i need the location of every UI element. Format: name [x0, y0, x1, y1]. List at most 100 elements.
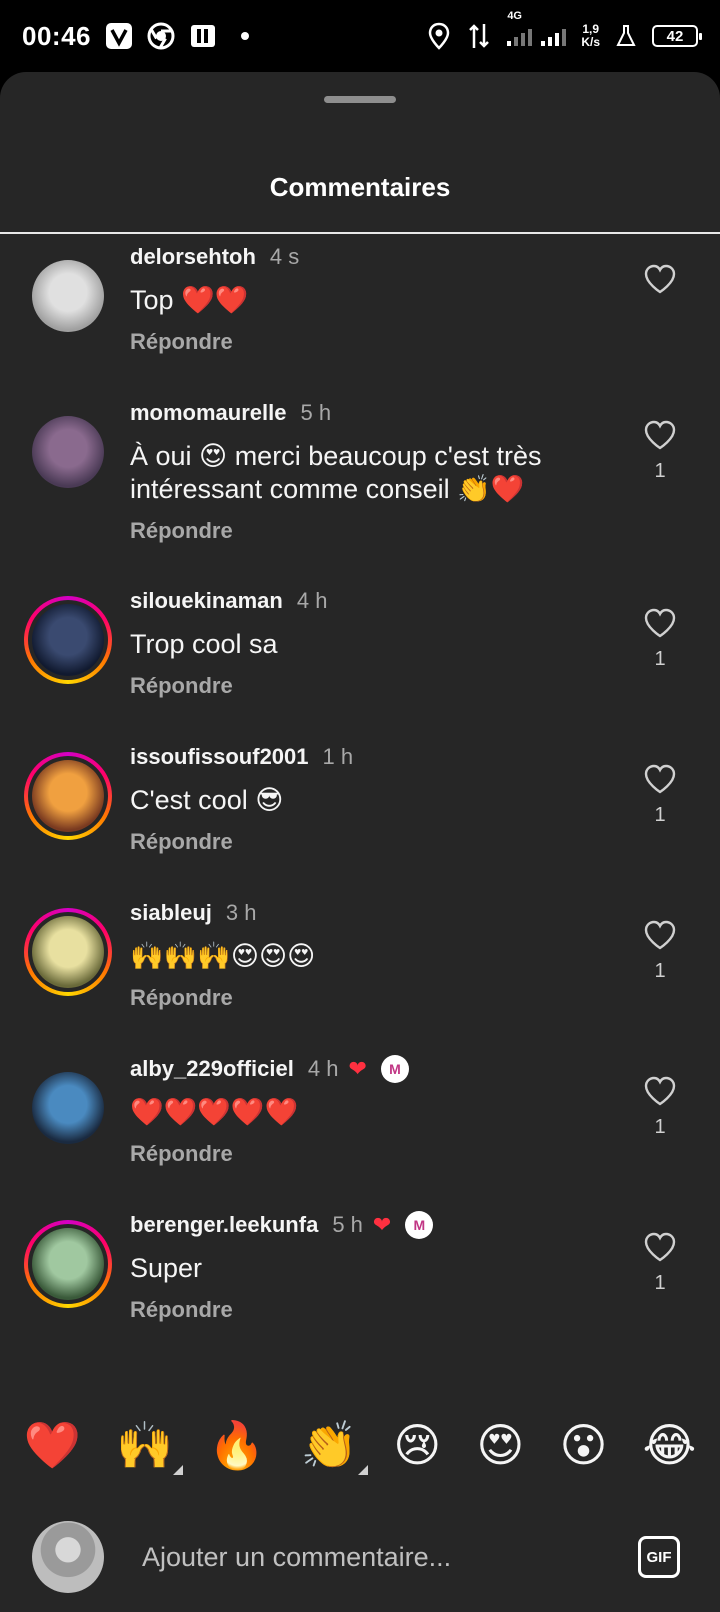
heart-outline-icon[interactable]: [640, 264, 680, 294]
like-count: 1: [654, 1116, 666, 1138]
comment-text: C'est cool 😎: [130, 785, 284, 815]
reaction-emoji-button[interactable]: 🔥: [208, 1418, 265, 1473]
comment-username[interactable]: momomaurelle: [130, 400, 287, 426]
reply-button[interactable]: Répondre: [130, 329, 610, 355]
sheet-grabber[interactable]: [324, 96, 396, 103]
heart-outline-icon[interactable]: [640, 764, 680, 794]
commenter-avatar[interactable]: [24, 752, 112, 840]
comment-text: Super: [130, 1253, 203, 1283]
net-speed: 1,9 K/s: [581, 22, 600, 49]
like-button[interactable]: 1: [640, 420, 680, 483]
reaction-emoji-button[interactable]: 👏: [301, 1418, 369, 1475]
commenter-avatar[interactable]: [24, 1220, 112, 1308]
like-button[interactable]: 1: [640, 764, 680, 827]
like-button[interactable]: 1: [640, 1232, 680, 1295]
comment-body: siableuj 3 h 🙌🙌🙌😍😍😍 Répondre: [130, 898, 610, 1011]
comment-time: 4 s: [269, 244, 300, 269]
comments-sheet: Commentaires delorsehtoh 4 s Top ❤️❤️ Ré…: [0, 72, 720, 1612]
pay-app-icon: [189, 22, 217, 50]
comment-text: ❤️❤️❤️❤️❤️: [130, 1097, 299, 1127]
comment-username[interactable]: issoufissouf2001: [130, 744, 309, 770]
heart-outline-icon[interactable]: [640, 608, 680, 638]
comment-time: 1 h: [322, 744, 354, 769]
reply-button[interactable]: Répondre: [130, 1297, 610, 1323]
status-bar: 00:46 4G 1,9 K/s 42: [0, 0, 720, 72]
quick-reaction-bar: ❤️ 🙌 🔥 👏 😢 😍 😮 😂: [0, 1400, 720, 1490]
reaction-emoji-button[interactable]: 😮: [559, 1418, 607, 1472]
reply-button[interactable]: Répondre: [130, 673, 610, 699]
comment-time: 5 h: [332, 1212, 363, 1237]
data-transfer-icon: [465, 22, 493, 50]
comment-body: silouekinaman 4 h Trop cool sa Répondre: [130, 586, 610, 699]
comment-body: issoufissouf2001 1 h C'est cool 😎 Répond…: [130, 742, 610, 855]
comment-header: alby_229officiel 4 h ❤ M: [130, 1054, 610, 1084]
comment-header: siableuj 3 h: [130, 898, 610, 928]
like-count: 1: [654, 804, 666, 826]
commenter-avatar[interactable]: [24, 252, 112, 340]
comment-text: 🙌🙌🙌😍😍😍: [130, 941, 316, 971]
reaction-emoji-button[interactable]: 🙌: [116, 1418, 184, 1475]
location-icon: [425, 22, 453, 50]
dot-icon: [231, 22, 259, 50]
comment-username[interactable]: alby_229officiel: [130, 1056, 294, 1082]
comment-header: silouekinaman 4 h: [130, 586, 610, 616]
signal-4g-icon: 4G: [505, 10, 569, 50]
comment-body: berenger.leekunfa 5 h ❤ M Super Répondre: [130, 1210, 610, 1323]
comment-header: berenger.leekunfa 5 h ❤ M: [130, 1210, 610, 1240]
like-button[interactable]: 1: [640, 608, 680, 671]
like-button[interactable]: 1: [640, 1076, 680, 1139]
reaction-emoji-button[interactable]: 😂: [643, 1418, 697, 1472]
battery-indicator: 42: [652, 25, 702, 47]
comment-time: 4 h: [307, 1056, 339, 1081]
comment-input[interactable]: [142, 1541, 638, 1573]
comment-composer: GIF: [0, 1502, 720, 1612]
comment-time: 5 h: [300, 400, 332, 425]
chrome-icon: [147, 22, 175, 50]
heart-outline-icon[interactable]: [640, 920, 680, 950]
vpn-v-icon: [105, 22, 133, 50]
gif-button[interactable]: GIF: [638, 1536, 680, 1578]
reply-button[interactable]: Répondre: [130, 829, 610, 855]
commenter-avatar[interactable]: [24, 408, 112, 496]
reply-button[interactable]: Répondre: [130, 518, 610, 544]
comment-header: momomaurelle 5 h: [130, 398, 610, 428]
heart-outline-icon[interactable]: [640, 1232, 680, 1262]
heart-outline-icon[interactable]: [640, 420, 680, 450]
comment-body: alby_229officiel 4 h ❤ M ❤️❤️❤️❤️❤️ Répo…: [130, 1054, 610, 1167]
liked-by-creator-heart-icon: ❤: [372, 1212, 392, 1237]
commenter-avatar[interactable]: [24, 908, 112, 996]
comment-text: Trop cool sa: [130, 629, 278, 659]
like-button[interactable]: [640, 264, 680, 304]
liked-by-creator-heart-icon: ❤: [348, 1056, 367, 1081]
commenter-avatar[interactable]: [24, 1064, 112, 1152]
comment-username[interactable]: delorsehtoh: [130, 244, 256, 270]
commenter-avatar[interactable]: [24, 596, 112, 684]
sheet-title: Commentaires: [269, 172, 451, 202]
like-button[interactable]: 1: [640, 920, 680, 983]
heart-outline-icon[interactable]: [640, 1076, 680, 1106]
divider: [0, 232, 720, 234]
creator-avatar-badge-icon: M: [405, 1211, 434, 1239]
reaction-emoji-button[interactable]: 😍: [476, 1418, 524, 1472]
like-count: 1: [654, 460, 666, 482]
flask-icon: [612, 22, 640, 50]
reply-button[interactable]: Répondre: [130, 1141, 610, 1167]
current-user-avatar: [32, 1521, 104, 1593]
reaction-emoji-button[interactable]: ❤️: [24, 1418, 81, 1473]
like-count: 1: [654, 960, 666, 982]
status-time: 00:46: [22, 20, 91, 51]
comment-time: 3 h: [225, 900, 257, 925]
comment-text: Top ❤️❤️: [130, 285, 249, 315]
comment-time: 4 h: [296, 588, 328, 613]
comment-username[interactable]: silouekinaman: [130, 588, 283, 614]
comment-body: delorsehtoh 4 s Top ❤️❤️ Répondre: [130, 242, 610, 355]
notification-icons: [105, 22, 259, 50]
comment-username[interactable]: siableuj: [130, 900, 212, 926]
comment-header: issoufissouf2001 1 h: [130, 742, 610, 772]
status-right: 4G 1,9 K/s 42: [425, 10, 702, 50]
reaction-emoji-button[interactable]: 😢: [393, 1418, 441, 1472]
like-count: 1: [654, 1272, 666, 1294]
like-count: 1: [654, 648, 666, 670]
comment-username[interactable]: berenger.leekunfa: [130, 1212, 318, 1238]
reply-button[interactable]: Répondre: [130, 985, 610, 1011]
